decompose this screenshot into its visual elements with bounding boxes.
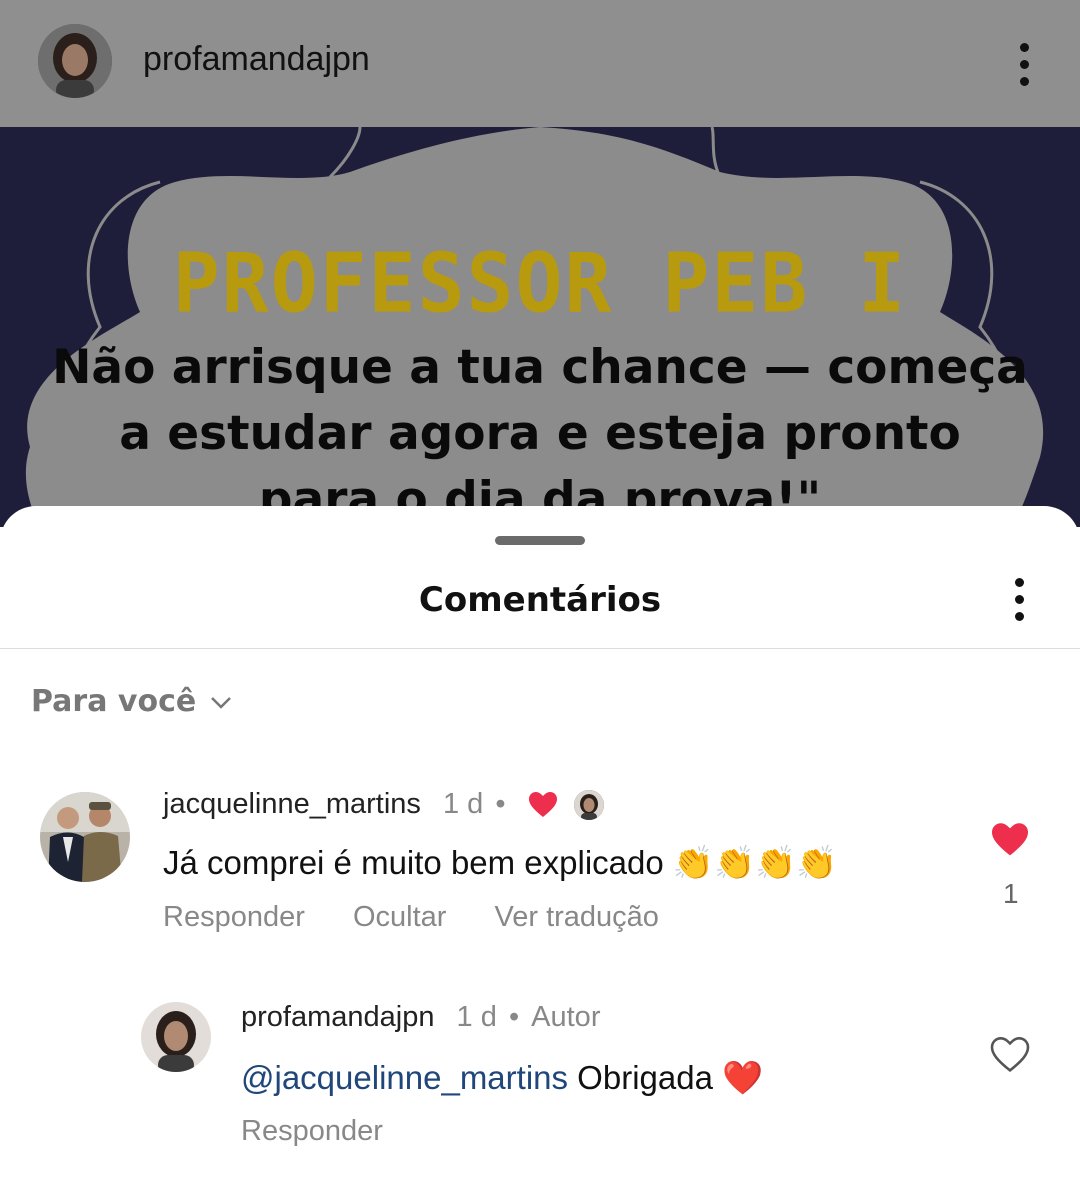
comment-username[interactable]: jacquelinne_martins bbox=[163, 788, 421, 820]
comment-header: jacquelinne_martins 1 d • bbox=[163, 788, 604, 821]
reply-username[interactable]: profamandajpn bbox=[241, 1001, 434, 1033]
post-image: PROFESSOR PEB I Não arrisque a tua chanc… bbox=[0, 127, 1080, 527]
comment-filter-dropdown[interactable]: Para você bbox=[31, 684, 232, 719]
comment-actions: Responder Ocultar Ver tradução bbox=[163, 901, 699, 934]
hide-button[interactable]: Ocultar bbox=[353, 901, 446, 933]
chevron-down-icon bbox=[211, 696, 232, 709]
creator-liked-heart-icon bbox=[528, 792, 557, 818]
sheet-title: Comentários bbox=[418, 580, 662, 620]
profile-avatar[interactable] bbox=[38, 24, 112, 98]
sheet-drag-handle[interactable] bbox=[495, 536, 585, 545]
creator-mini-avatar bbox=[573, 790, 604, 821]
reply-time: 1 d bbox=[456, 1001, 497, 1033]
meta-separator: • bbox=[495, 788, 506, 820]
reply-body: Obrigada ❤️ bbox=[568, 1059, 764, 1096]
sheet-divider bbox=[0, 648, 1080, 649]
comment-text: Já comprei é muito bem explicado 👏👏👏👏 bbox=[163, 844, 838, 881]
filter-label: Para você bbox=[31, 684, 197, 719]
reply-button[interactable]: Responder bbox=[163, 901, 305, 933]
post-username[interactable]: profamandajpn bbox=[143, 40, 370, 79]
see-translation-button[interactable]: Ver tradução bbox=[494, 901, 658, 933]
comment-like-count: 1 bbox=[1003, 878, 1019, 909]
comment-like-heart-icon[interactable] bbox=[990, 822, 1030, 858]
reply-header: profamandajpn 1 d • Autor bbox=[241, 1001, 600, 1034]
heart-outline-icon[interactable] bbox=[990, 1037, 1030, 1073]
post-header: profamandajpn bbox=[0, 0, 1080, 127]
post-image-title: PROFESSOR PEB I bbox=[172, 236, 908, 332]
reply-button[interactable]: Responder bbox=[241, 1115, 383, 1147]
comments-sheet: Comentários Para você jacquelinne_martin… bbox=[0, 506, 1080, 1183]
reply-avatar[interactable] bbox=[141, 1002, 211, 1072]
comment-time: 1 d bbox=[443, 788, 484, 820]
meta-separator: • bbox=[508, 1001, 520, 1033]
reply-text: @jacquelinne_martins Obrigada ❤️ bbox=[241, 1059, 763, 1098]
comment-avatar[interactable] bbox=[40, 792, 130, 882]
author-badge: Autor bbox=[531, 1001, 601, 1033]
sheet-more-options-icon[interactable] bbox=[1015, 578, 1027, 629]
post-more-options-icon[interactable] bbox=[1020, 43, 1032, 94]
post-image-text: Não arrisque a tua chance — começa a est… bbox=[52, 340, 1028, 527]
reply-actions: Responder bbox=[241, 1115, 423, 1148]
mention-link[interactable]: @jacquelinne_martins bbox=[241, 1059, 568, 1096]
